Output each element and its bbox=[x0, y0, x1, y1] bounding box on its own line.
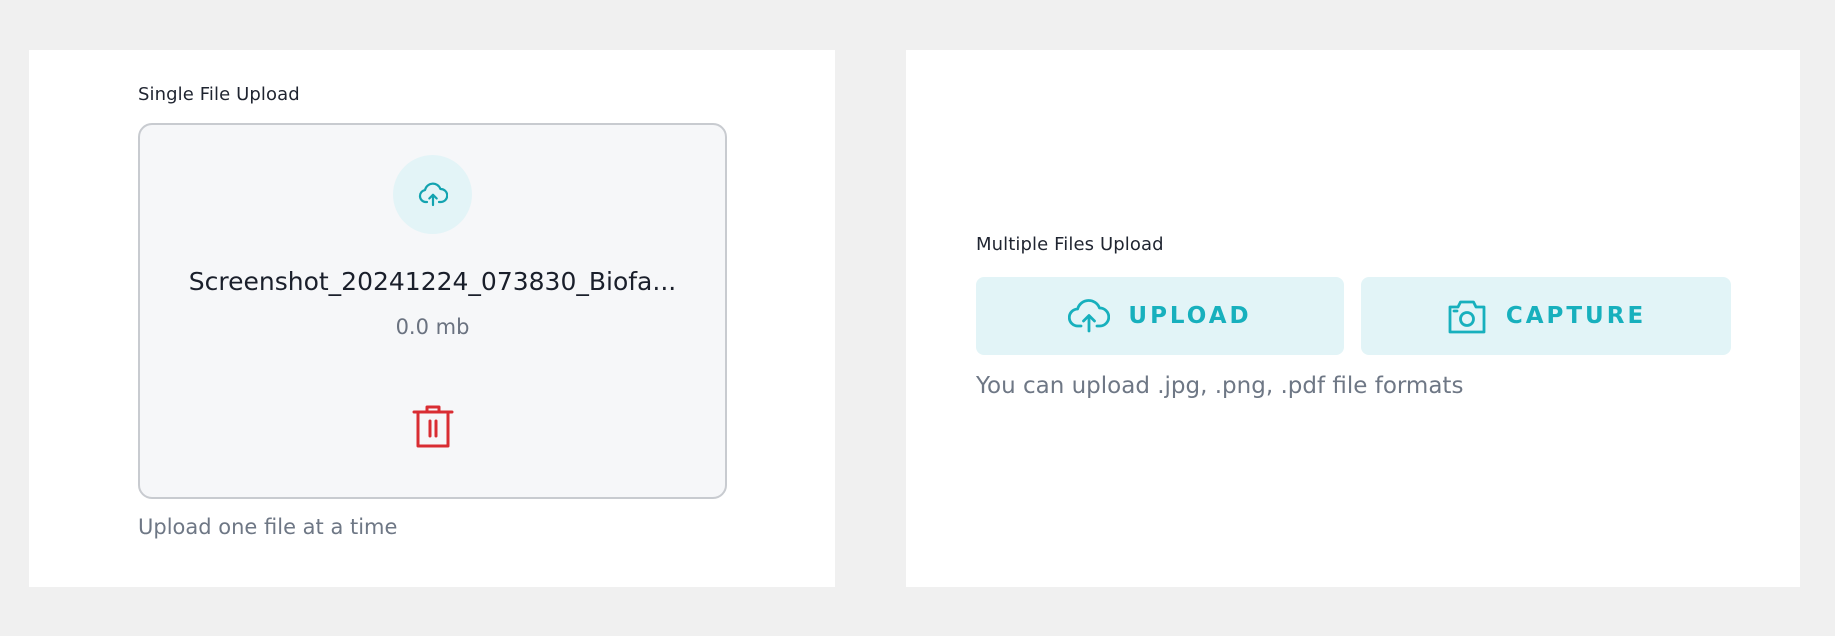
multiple-upload-helper-text: You can upload .jpg, .png, .pdf file for… bbox=[976, 373, 1464, 399]
file-name: Screenshot_20241224_073830_Biofa... bbox=[188, 267, 677, 296]
cloud-upload-icon bbox=[1068, 299, 1111, 333]
single-upload-panel: Single File Upload Screenshot_20241224_0… bbox=[29, 50, 835, 587]
capture-button[interactable]: CAPTURE bbox=[1361, 277, 1731, 355]
upload-button[interactable]: UPLOAD bbox=[976, 277, 1344, 355]
file-size: 0.0 mb bbox=[395, 315, 470, 339]
multiple-upload-label: Multiple Files Upload bbox=[976, 234, 1164, 255]
single-upload-helper-text: Upload one file at a time bbox=[138, 515, 398, 539]
delete-file-button[interactable] bbox=[409, 401, 457, 451]
capture-button-label: CAPTURE bbox=[1505, 303, 1647, 329]
multiple-upload-panel: Multiple Files Upload UPLOAD CAPTURE You… bbox=[906, 50, 1800, 587]
camera-icon bbox=[1448, 300, 1486, 334]
trash-icon bbox=[412, 405, 454, 448]
single-upload-label: Single File Upload bbox=[138, 84, 300, 105]
single-upload-dropzone[interactable]: Screenshot_20241224_073830_Biofa... 0.0 … bbox=[138, 123, 727, 499]
upload-button-label: UPLOAD bbox=[1128, 303, 1252, 329]
cloud-upload-icon[interactable] bbox=[393, 155, 472, 234]
